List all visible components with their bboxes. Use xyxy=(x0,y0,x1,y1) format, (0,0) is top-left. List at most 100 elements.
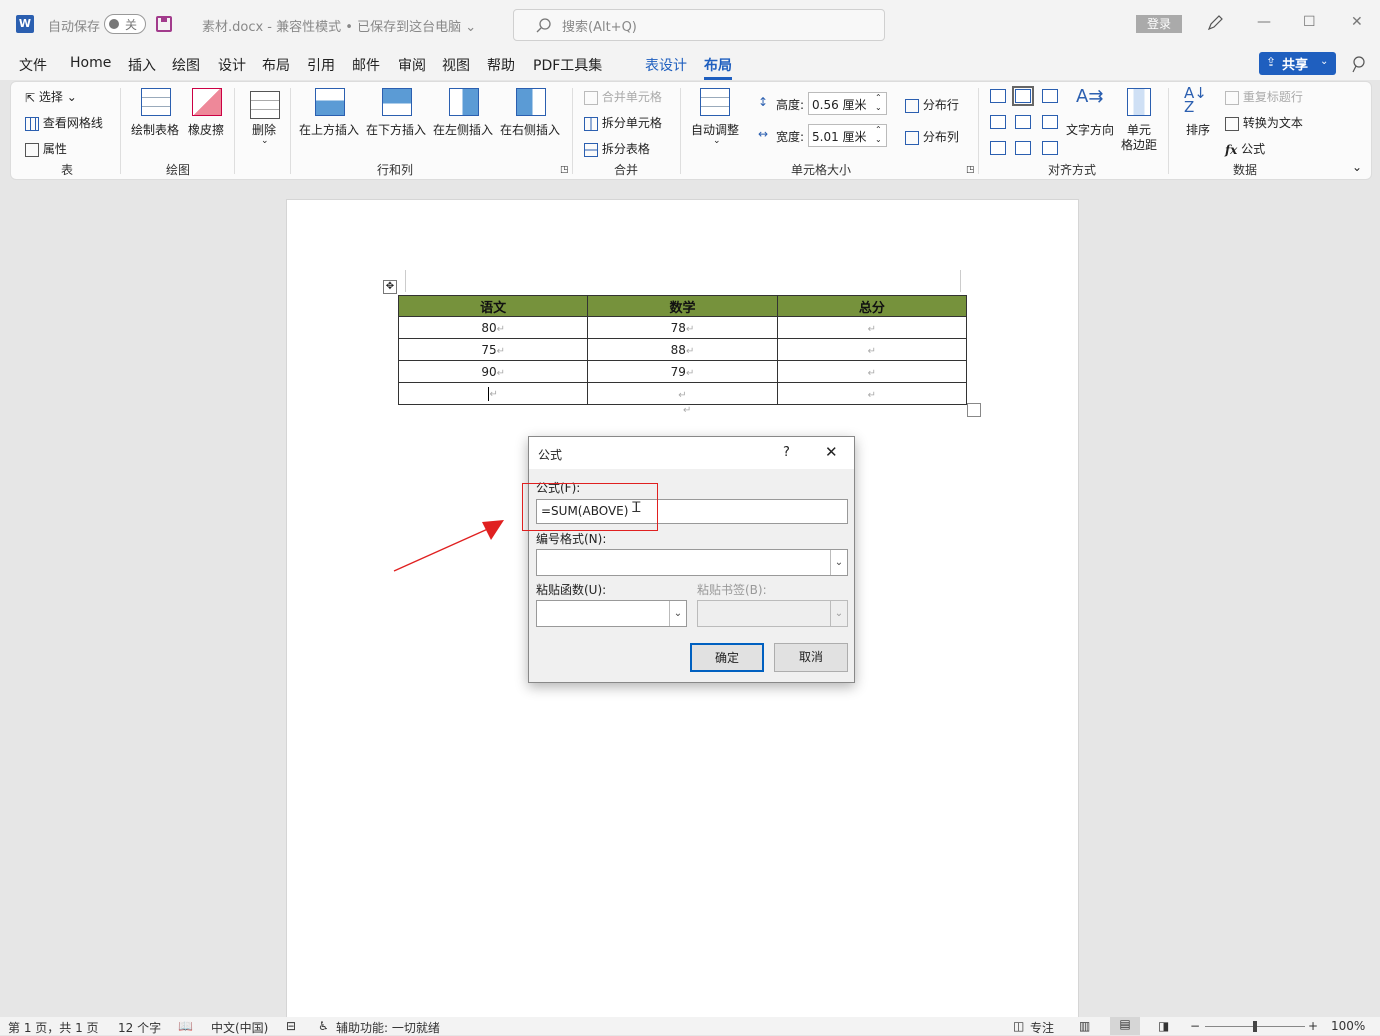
tab-table-layout[interactable]: 布局 xyxy=(704,55,732,80)
login-button[interactable]: 登录 xyxy=(1136,15,1182,33)
draw-table-button[interactable]: 绘制表格 xyxy=(131,121,179,138)
comments-icon[interactable] xyxy=(1350,55,1368,73)
align-bottom-center-icon[interactable] xyxy=(1015,141,1031,155)
document-title[interactable]: 素材.docx - 兼容性模式 • 已保存到这台电脑 ⌄ xyxy=(202,16,476,35)
accessibility-status[interactable]: 辅助功能: 一切就绪 xyxy=(336,1019,440,1036)
score-table[interactable]: 语文 数学 总分 80↵ 78↵ ↵ 75↵ 88↵ ↵ 90↵ 79↵ ↵ ↵… xyxy=(397,295,968,405)
table-cell[interactable]: 78↵ xyxy=(587,316,778,339)
cell-size-launcher-icon[interactable]: ◳ xyxy=(966,165,975,175)
table-resize-handle[interactable] xyxy=(967,403,981,417)
header-cell-math[interactable]: 数学 xyxy=(587,295,778,317)
help-button[interactable]: ? xyxy=(783,445,790,460)
autosave-toggle[interactable]: 关 xyxy=(104,14,146,34)
table-cell[interactable]: 90↵ xyxy=(397,360,589,383)
zoom-out-icon[interactable]: − xyxy=(1190,1019,1200,1033)
table-cell[interactable]: ↵ xyxy=(587,382,778,405)
tab-mailings[interactable]: 邮件 xyxy=(352,55,380,75)
maximize-icon[interactable]: ☐ xyxy=(1303,14,1316,30)
paste-bookmark-select[interactable]: ⌄ xyxy=(697,600,848,627)
split-cells-button[interactable]: 拆分单元格 xyxy=(584,114,662,131)
language-status[interactable]: 中文(中国) xyxy=(211,1019,268,1036)
tab-layout[interactable]: 布局 xyxy=(262,55,290,75)
tab-view[interactable]: 视图 xyxy=(442,55,470,75)
share-button[interactable]: ⇪ 共享 ⌄ xyxy=(1259,52,1336,75)
dialog-launcher-icon[interactable]: ◳ xyxy=(560,165,569,175)
table-cell[interactable]: 75↵ xyxy=(397,338,589,361)
table-cell[interactable]: ↵ xyxy=(776,316,968,339)
table-cell[interactable]: ↵ xyxy=(776,338,968,361)
tab-draw[interactable]: 绘图 xyxy=(172,55,200,75)
view-gridlines-button[interactable]: 查看网格线 xyxy=(25,114,103,131)
table-move-handle-icon[interactable]: ✥ xyxy=(383,280,397,294)
distribute-rows-button[interactable]: 分布行 xyxy=(905,96,959,113)
insert-above-button[interactable]: 在上方插入 xyxy=(299,121,359,138)
tab-table-design[interactable]: 表设计 xyxy=(645,55,687,75)
align-top-right-icon[interactable] xyxy=(1042,89,1058,103)
tab-design[interactable]: 设计 xyxy=(218,55,246,75)
distribute-cols-button[interactable]: 分布列 xyxy=(905,128,959,145)
zoom-slider[interactable] xyxy=(1205,1021,1305,1032)
formula-button[interactable]: fx 公式 xyxy=(1225,140,1265,157)
cancel-button[interactable]: 取消 xyxy=(774,643,848,672)
insert-right-button[interactable]: 在右侧插入 xyxy=(500,121,560,138)
height-input[interactable]: 0.56 厘米 ⌃ ⌄ xyxy=(808,92,887,115)
ok-button[interactable]: 确定 xyxy=(690,643,764,672)
tab-home[interactable]: Home xyxy=(70,55,111,71)
eraser-button[interactable]: 橡皮擦 xyxy=(188,121,224,138)
delete-chevron-icon[interactable]: ⌄ xyxy=(261,136,269,146)
close-icon[interactable]: ✕ xyxy=(1351,14,1363,30)
paste-function-select[interactable]: ⌄ xyxy=(536,600,687,627)
macro-icon[interactable]: ⊟ xyxy=(286,1019,296,1033)
pen-icon[interactable] xyxy=(1206,14,1224,32)
tab-help[interactable]: 帮助 xyxy=(487,55,515,75)
tab-file[interactable]: 文件 xyxy=(19,55,47,75)
table-cell[interactable]: 80↵ xyxy=(397,316,589,339)
collapse-ribbon-icon[interactable]: ⌄ xyxy=(1352,160,1362,174)
merge-cells-button[interactable]: 合并单元格 xyxy=(584,88,662,105)
tab-pdf-tools[interactable]: PDF工具集 xyxy=(533,55,602,75)
proofing-icon[interactable]: 📖 xyxy=(178,1019,193,1033)
align-middle-center-icon[interactable] xyxy=(1015,115,1031,129)
dialog-close-icon[interactable]: ✕ xyxy=(825,443,838,461)
select-button[interactable]: ⇱ 选择 ⌄ xyxy=(25,88,77,105)
insert-below-button[interactable]: 在下方插入 xyxy=(366,121,426,138)
read-mode-icon[interactable]: ▥ xyxy=(1079,1019,1090,1033)
table-cell[interactable]: 79↵ xyxy=(587,360,778,383)
split-table-button[interactable]: 拆分表格 xyxy=(584,140,650,157)
tab-review[interactable]: 审阅 xyxy=(398,55,426,75)
table-cell[interactable]: 88↵ xyxy=(587,338,778,361)
align-middle-left-icon[interactable] xyxy=(990,115,1006,129)
width-spinner-icon[interactable]: ⌃ ⌄ xyxy=(875,125,882,145)
align-bottom-right-icon[interactable] xyxy=(1042,141,1058,155)
search-box[interactable]: 搜索(Alt+Q) xyxy=(513,9,885,41)
focus-button[interactable]: 专注 xyxy=(1030,1019,1054,1036)
number-format-select[interactable]: ⌄ xyxy=(536,549,848,576)
tab-insert[interactable]: 插入 xyxy=(128,55,156,75)
print-layout-icon[interactable]: ▤ xyxy=(1110,1017,1140,1035)
align-middle-right-icon[interactable] xyxy=(1042,115,1058,129)
table-cell[interactable]: ↵ xyxy=(776,360,968,383)
page-count[interactable]: 第 1 页，共 1 页 xyxy=(8,1019,99,1036)
zoom-slider-thumb[interactable] xyxy=(1253,1021,1257,1032)
table-cell[interactable]: ↵ xyxy=(397,382,589,405)
header-cell-chinese[interactable]: 语文 xyxy=(397,295,589,317)
zoom-level[interactable]: 100% xyxy=(1331,1019,1365,1033)
repeat-header-button[interactable]: 重复标题行 xyxy=(1225,88,1303,105)
header-cell-total[interactable]: 总分 xyxy=(776,295,968,317)
minimize-icon[interactable]: — xyxy=(1257,14,1271,30)
align-top-left-icon[interactable] xyxy=(990,89,1006,103)
text-direction-button[interactable]: 文字方向 xyxy=(1066,121,1114,138)
convert-to-text-button[interactable]: 转换为文本 xyxy=(1225,114,1303,131)
autofit-chevron-icon[interactable]: ⌄ xyxy=(713,136,721,146)
height-spinner-icon[interactable]: ⌃ ⌄ xyxy=(875,93,882,113)
properties-button[interactable]: 属性 xyxy=(25,140,67,157)
tab-references[interactable]: 引用 xyxy=(307,55,335,75)
sort-button[interactable]: 排序 xyxy=(1186,121,1210,138)
zoom-in-icon[interactable]: + xyxy=(1308,1019,1318,1033)
save-icon[interactable] xyxy=(156,16,172,32)
web-layout-icon[interactable]: ◨ xyxy=(1158,1019,1169,1033)
align-bottom-left-icon[interactable] xyxy=(990,141,1006,155)
align-top-center-icon[interactable] xyxy=(1012,86,1034,106)
cell-margins-label-2[interactable]: 格边距 xyxy=(1121,136,1157,153)
insert-left-button[interactable]: 在左侧插入 xyxy=(433,121,493,138)
